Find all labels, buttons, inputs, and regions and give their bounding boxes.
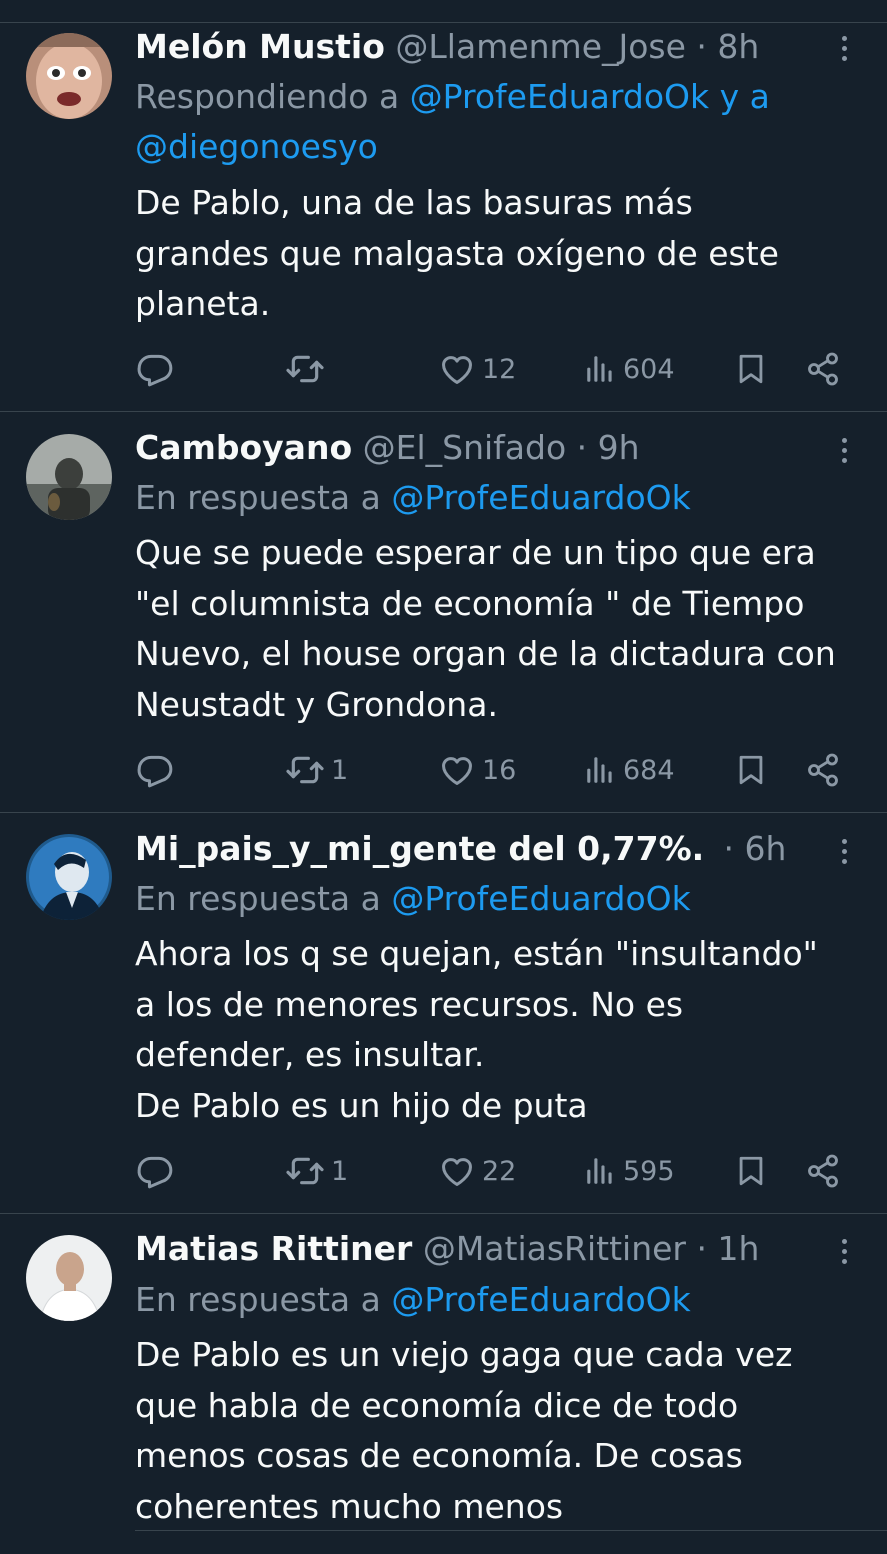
retweet-button[interactable]: 1: [285, 746, 348, 794]
separator-dot: ·: [713, 829, 745, 868]
share-button[interactable]: [805, 746, 841, 794]
user-handle[interactable]: @El_Snifado: [363, 428, 567, 467]
more-icon[interactable]: [831, 430, 857, 470]
more-icon[interactable]: [831, 831, 857, 871]
views-button[interactable]: 684: [583, 746, 675, 794]
bookmark-icon: [734, 350, 768, 388]
display-name[interactable]: Camboyano: [135, 428, 352, 467]
retweet-button[interactable]: [285, 345, 331, 393]
retweet-button[interactable]: 1: [285, 1147, 348, 1195]
display-name[interactable]: Mi_pais_y_mi_gente del 0,77%. ...: [135, 824, 713, 874]
view-count: 684: [623, 754, 675, 786]
tweet-text: Que se puede esperar de un tipo que era …: [135, 533, 836, 724]
retweet-icon: [285, 349, 325, 389]
tweet-text: De Pablo es un viejo gaga que cada vez q…: [135, 1335, 793, 1526]
reply-icon: [136, 1152, 174, 1190]
display-name[interactable]: Matias Rittiner: [135, 1229, 412, 1268]
share-icon: [805, 1153, 841, 1189]
mention-link[interactable]: @diegonoesyo: [135, 127, 378, 166]
more-icon[interactable]: [831, 28, 857, 68]
tweet-header: Camboyano @El_Snifado · 9h: [135, 423, 827, 473]
like-count: 12: [482, 353, 517, 385]
share-button[interactable]: [805, 345, 841, 393]
separator-dot: ·: [566, 428, 598, 467]
like-icon: [438, 751, 476, 789]
like-button[interactable]: 22: [438, 1147, 516, 1195]
bookmark-button[interactable]: [734, 345, 768, 393]
tweet-header: Matias Rittiner @MatiasRittiner · 1h: [135, 1224, 827, 1274]
reply-button[interactable]: [136, 1147, 174, 1195]
timestamp[interactable]: 8h: [717, 27, 759, 66]
bookmark-icon: [734, 1152, 768, 1190]
tweet-divider: [0, 812, 887, 813]
tweet-divider: [0, 411, 887, 412]
views-icon: [583, 1154, 617, 1188]
like-count: 16: [482, 754, 517, 786]
tweet-text: De Pablo, una de las basuras más grandes…: [135, 183, 779, 323]
reply-button[interactable]: [136, 345, 174, 393]
avatar[interactable]: [26, 33, 112, 119]
reply-context: En respuesta a @ProfeEduardoOk: [135, 874, 827, 924]
bookmark-button[interactable]: [734, 746, 768, 794]
mention-link[interactable]: @ProfeEduardoOk: [410, 77, 709, 116]
reply-context: Respondiendo a @ProfeEduardoOk y a @dieg…: [135, 72, 827, 172]
action-bar: 12 604: [0, 345, 887, 393]
like-button[interactable]: 12: [438, 345, 516, 393]
like-count: 22: [482, 1155, 517, 1187]
views-icon: [583, 753, 617, 787]
timestamp[interactable]: 9h: [598, 428, 640, 467]
retweet-count: 1: [331, 754, 349, 786]
reply-prefix: En respuesta a: [135, 879, 392, 918]
separator-dot: ·: [685, 27, 718, 66]
tweet-header: Melón Mustio @Llamenme_Jose · 8h: [135, 22, 827, 72]
view-count: 595: [623, 1155, 675, 1187]
retweet-icon: [285, 750, 325, 790]
action-bar: 1 22 595: [0, 1147, 887, 1195]
reply-context: En respuesta a @ProfeEduardoOk: [135, 473, 827, 523]
reply-icon: [136, 751, 174, 789]
views-button[interactable]: 604: [583, 345, 675, 393]
timestamp[interactable]: 1h: [717, 1229, 759, 1268]
timestamp[interactable]: 6h: [744, 829, 786, 868]
mention-link[interactable]: @ProfeEduardoOk: [391, 879, 690, 918]
mention-link[interactable]: @ProfeEduardoOk: [391, 1280, 690, 1319]
user-handle[interactable]: @MatiasRittiner: [423, 1229, 686, 1268]
tweet-divider: [0, 1213, 887, 1214]
views-icon: [583, 352, 617, 386]
like-icon: [438, 350, 476, 388]
reply-prefix: Respondiendo a: [135, 77, 410, 116]
views-button[interactable]: 595: [583, 1147, 675, 1195]
bookmark-button[interactable]: [734, 1147, 768, 1195]
like-icon: [438, 1152, 476, 1190]
bookmark-icon: [734, 751, 768, 789]
tweet-text: Ahora los q se quejan, están "insultando…: [135, 934, 818, 1125]
tweet-header: Mi_pais_y_mi_gente del 0,77%. ... · 6h: [135, 824, 827, 874]
action-bar: 1 16 684: [0, 746, 887, 794]
reply-context: En respuesta a @ProfeEduardoOk: [135, 1275, 827, 1325]
share-icon: [805, 351, 841, 387]
reply-button[interactable]: [136, 746, 174, 794]
share-button[interactable]: [805, 1147, 841, 1195]
reply-join[interactable]: y a: [709, 77, 770, 116]
separator-dot: ·: [685, 1229, 718, 1268]
retweet-icon: [285, 1151, 325, 1191]
display-name[interactable]: Melón Mustio: [135, 27, 385, 66]
user-handle[interactable]: @Llamenme_Jose: [395, 27, 686, 66]
retweet-count: 1: [331, 1155, 349, 1187]
tweet-divider: [135, 1530, 887, 1531]
share-icon: [805, 752, 841, 788]
reply-prefix: En respuesta a: [135, 478, 392, 517]
like-button[interactable]: 16: [438, 746, 516, 794]
reply-icon: [136, 350, 174, 388]
reply-prefix: En respuesta a: [135, 1280, 392, 1319]
more-icon[interactable]: [831, 1231, 857, 1271]
avatar[interactable]: [26, 1235, 112, 1321]
view-count: 604: [623, 353, 675, 385]
mention-link[interactable]: @ProfeEduardoOk: [391, 478, 690, 517]
avatar[interactable]: [26, 834, 112, 920]
avatar[interactable]: [26, 434, 112, 520]
